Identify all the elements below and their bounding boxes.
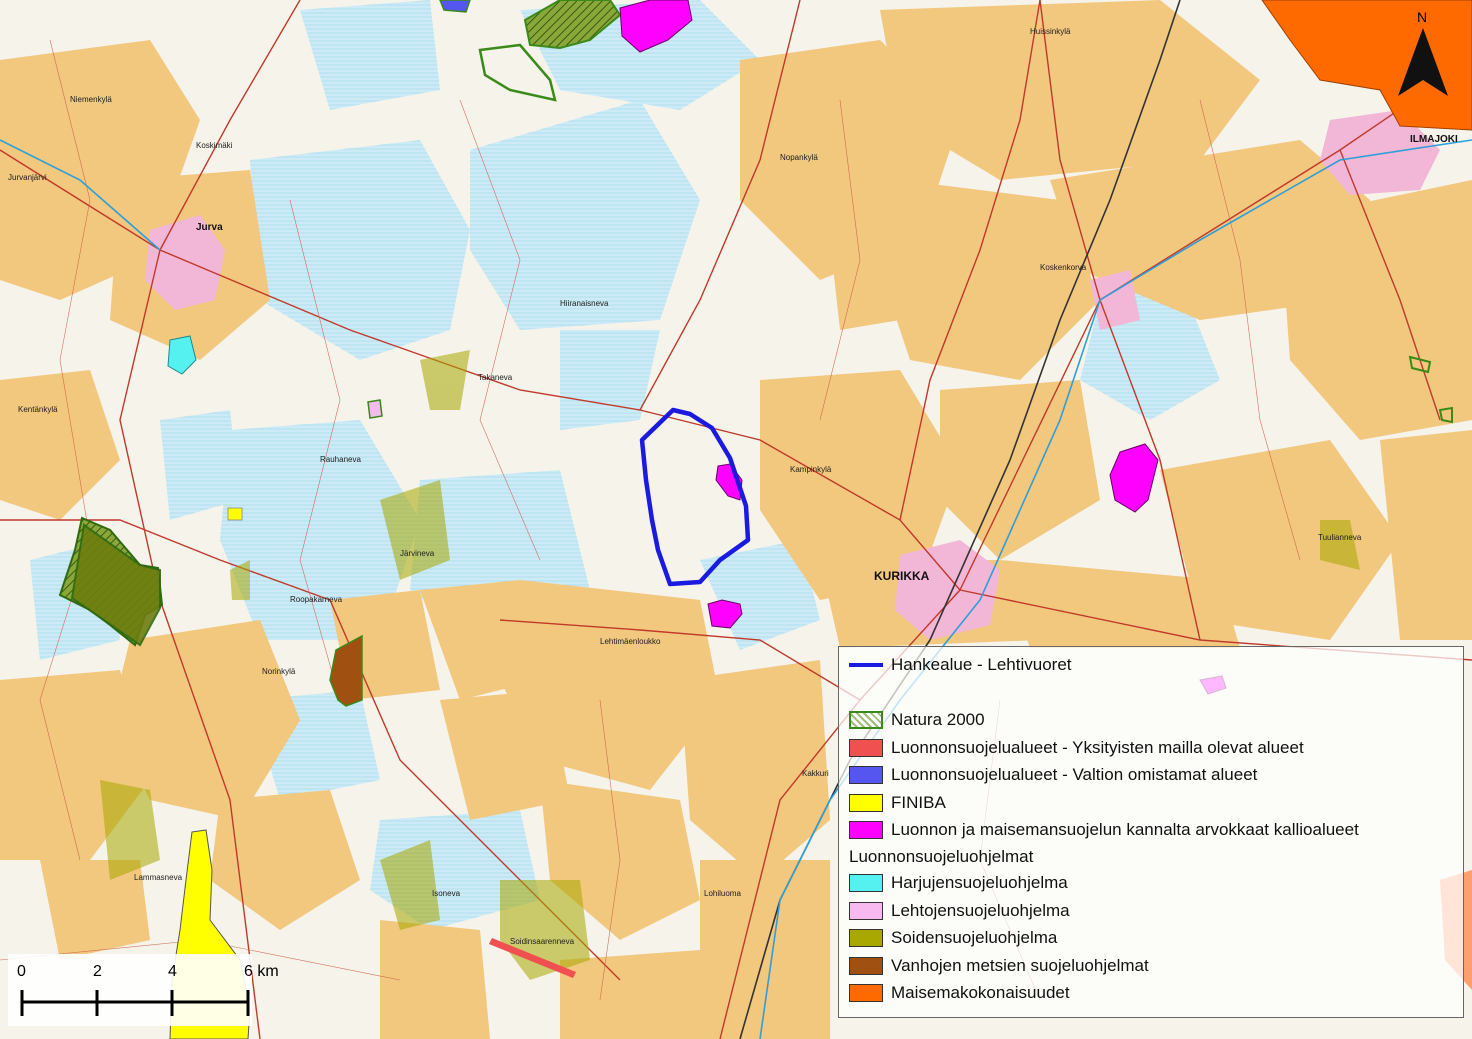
label-ilmajoki: ILMAJOKI [1410, 134, 1458, 145]
legend-swatch-grove-program [849, 901, 883, 920]
legend-label: Maisemakokonaisuudet [891, 983, 1070, 1003]
legend-swatch-private-reserves [849, 738, 883, 757]
legend-item-natura: Natura 2000 [849, 706, 1455, 734]
scale-tick-6km: 6 km [244, 963, 279, 980]
label-jurva: Jurva [196, 222, 223, 233]
legend-item-landscape: Maisemakokonaisuudet [849, 980, 1455, 1008]
label-nopankyla: Nopankylä [780, 153, 818, 162]
legend-swatch-natura [849, 710, 883, 729]
legend-item-mire-program: Soidensuojeluohjelma [849, 924, 1455, 952]
scale-tick-4: 4 [168, 963, 177, 980]
legend-label: Hankealue - Lehtivuoret [891, 654, 1072, 674]
legend-swatch-mire-program [849, 929, 883, 948]
legend-label: Harjujensuojeluohjelma [891, 872, 1068, 892]
label-rauhaneva: Rauhaneva [320, 455, 361, 464]
legend-label: Natura 2000 [891, 709, 985, 729]
label-isoneva: Isoneva [432, 889, 461, 898]
legend-item-private-reserves: Luonnonsuojelualueet - Yksityisten maill… [849, 734, 1455, 762]
legend-swatch-finiba [849, 793, 883, 812]
legend-item-old-forest-program: Vanhojen metsien suojeluohjelmat [849, 952, 1455, 980]
finiba-area-small [227, 507, 243, 521]
legend-label: Vanhojen metsien suojeluohjelmat [891, 955, 1149, 975]
legend-label: Soidensuojeluohjelma [891, 928, 1058, 948]
label-koskimaki: Koskimäki [196, 141, 233, 150]
legend-item-state-reserves: Luonnonsuojelualueet - Valtion omistamat… [849, 761, 1455, 789]
label-tuulianneva: Tuulianneva [1318, 533, 1362, 542]
legend-swatch-esker-program [849, 873, 883, 892]
legend-subheading: Luonnonsuojeluohjelmat [849, 846, 1034, 866]
label-koskenkorva: Koskenkorva [1040, 263, 1087, 272]
legend-label: Lehtojensuojeluohjelma [891, 900, 1070, 920]
grove-program-area [367, 399, 383, 419]
label-kurikka: KURIKKA [874, 569, 930, 583]
scale-tick-2: 2 [93, 963, 102, 980]
label-lehtimaenloukko: Lehtimäenloukko [600, 637, 661, 646]
legend-item-esker-program: Harjujensuojeluohjelma [849, 869, 1455, 897]
legend-label: Luonnonsuojelualueet - Yksityisten maill… [891, 737, 1304, 757]
scale-tick-0: 0 [17, 963, 26, 980]
label-kentankyla: Kentänkylä [18, 405, 58, 414]
label-roopakarneva: Roopakarneva [290, 595, 343, 604]
label-kakkuri: Kakkuri [802, 769, 829, 778]
label-lammasneva: Lammasneva [134, 873, 183, 882]
label-jarvineva: Järvineva [400, 549, 435, 558]
legend-item-grove-program: Lehtojensuojeluohjelma [849, 897, 1455, 925]
legend-swatch-project-area [849, 662, 883, 667]
label-hiiranaisneva: Hiiranaisneva [560, 299, 609, 308]
map-legend: Hankealue - Lehtivuoret Natura 2000 Luon… [838, 646, 1464, 1018]
legend-swatch-state-reserves [849, 766, 883, 785]
legend-swatch-old-forest-program [849, 956, 883, 975]
label-huissinkyla: Huissinkylä [1030, 27, 1071, 36]
label-norinkyla: Norinkylä [262, 667, 296, 676]
scale-bar: 0 2 4 6 km [8, 954, 279, 1026]
legend-spacer [849, 679, 1455, 707]
legend-item-rock-areas: Luonnon ja maisemansuojelun kannalta arv… [849, 817, 1455, 845]
legend-label: Luonnon ja maisemansuojelun kannalta arv… [891, 820, 1359, 840]
label-kampinkyla: Kampinkylä [790, 465, 832, 474]
label-jurvanjarvi: Jurvanjärvi [8, 173, 47, 182]
legend-item-finiba: FINIBA [849, 789, 1455, 817]
label-lohiluoma: Lohiluoma [704, 889, 741, 898]
legend-label: FINIBA [891, 792, 946, 812]
legend-label: Luonnonsuojelualueet - Valtion omistamat… [891, 765, 1258, 785]
label-takaneva: Takaneva [478, 373, 513, 382]
legend-item-project-area: Hankealue - Lehtivuoret [849, 651, 1455, 679]
label-niemenkyla: Niemenkylä [70, 95, 112, 104]
state-reserve-area [439, 0, 471, 13]
north-arrow-label: N [1417, 9, 1427, 25]
label-soidinsaarenneva: Soidinsaarenneva [510, 937, 575, 946]
legend-swatch-landscape [849, 984, 883, 1003]
legend-swatch-rock-areas [849, 821, 883, 840]
